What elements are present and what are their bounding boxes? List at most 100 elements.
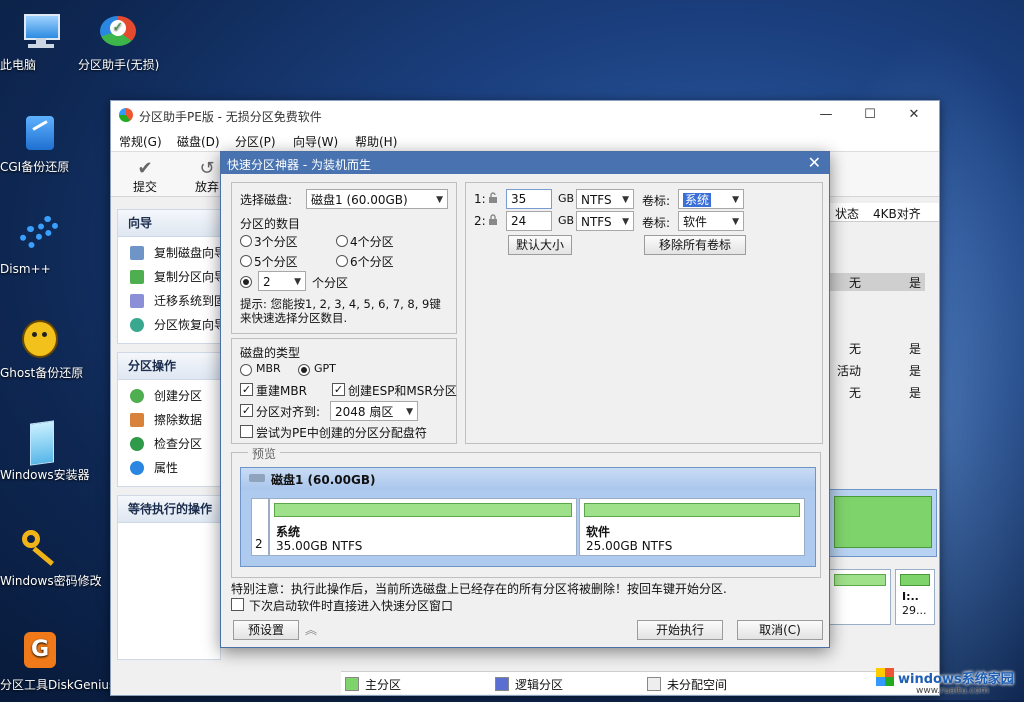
- sidebar-item-copy-disk[interactable]: 复制磁盘向导: [118, 241, 220, 265]
- create-esp-checkbox[interactable]: ✓: [332, 383, 345, 396]
- radio-label: 5个分区: [254, 255, 298, 269]
- rebuild-mbr-checkbox[interactable]: ✓: [240, 383, 253, 396]
- desktop-icon-partition-assistant[interactable]: ✓ 分区助手(无损): [78, 10, 159, 72]
- desktop-icon-diskgenius[interactable]: G 分区工具DiskGenius: [0, 630, 115, 692]
- quick-partition-dialog: 快速分区神器 - 为装机而生 ✕ 选择磁盘: 磁盘1 (60.00GB) ▼ 分区…: [220, 151, 830, 648]
- preview-disk: 磁盘1 (60.00GB) 2 系统 35.00GB NTFS 软件 25.00…: [240, 467, 816, 567]
- start-button[interactable]: 开始执行: [637, 620, 723, 640]
- disk-map-partition-i[interactable]: I:.. 29...: [895, 569, 935, 625]
- disk-icon: [249, 474, 265, 482]
- sidebar-item-label: 分区恢复向导: [154, 318, 220, 332]
- desktop-icon-dism[interactable]: Dism++: [0, 214, 80, 276]
- next-boot-checkbox[interactable]: [231, 598, 244, 611]
- commit-button[interactable]: ✔ 提交: [125, 158, 165, 195]
- radio-6-partitions[interactable]: [336, 255, 348, 267]
- disk-type-title: 磁盘的类型: [240, 346, 301, 360]
- ops-section: 分区操作 创建分区 擦除数据 检查分区 属性: [117, 352, 221, 487]
- col-status[interactable]: 状态: [835, 205, 859, 222]
- desktop-icon-ghost[interactable]: Ghost备份还原: [0, 318, 83, 380]
- partition-2-size-input[interactable]: 24: [506, 211, 552, 231]
- radio-gpt[interactable]: [298, 364, 310, 376]
- volume-label-caption: 卷标:: [642, 216, 671, 230]
- menu-general[interactable]: 常规(G): [119, 133, 162, 150]
- desktop-icon-this-pc[interactable]: 此电脑: [0, 10, 80, 72]
- sidebar-item-label: 创建分区: [154, 389, 203, 403]
- legend-logical: 逻辑分区: [495, 676, 563, 693]
- disk-map-partition[interactable]: [829, 569, 891, 625]
- primary-swatch: [345, 677, 359, 691]
- legend-unallocated: 未分配空间: [647, 676, 727, 693]
- partition-count-group: 选择磁盘: 磁盘1 (60.00GB) ▼ 分区的数目 3个分区 4个分区 5个分…: [231, 182, 457, 334]
- disk-select[interactable]: 磁盘1 (60.00GB) ▼: [306, 189, 448, 209]
- sidebar-item-label: 复制分区向导: [154, 270, 220, 284]
- remove-labels-button[interactable]: 移除所有卷标: [644, 235, 746, 255]
- minimize-button[interactable]: —: [811, 105, 841, 125]
- sidebar-item-wipe[interactable]: 擦除数据: [118, 408, 220, 432]
- sidebar-item-recovery[interactable]: 分区恢复向导: [118, 313, 220, 337]
- chevron-up-icon[interactable]: ︽: [305, 621, 317, 638]
- logical-swatch: [495, 677, 509, 691]
- sidebar-item-migrate[interactable]: 迁移系统到固态: [118, 289, 220, 313]
- desktop-icon-label: Windows安装器: [0, 468, 90, 482]
- sidebar-item-check[interactable]: 检查分区: [118, 432, 220, 456]
- chevron-down-icon: ▼: [436, 195, 443, 205]
- radio-3-partitions[interactable]: [240, 235, 252, 247]
- app-title: 分区助手PE版 - 无损分区免费软件: [139, 110, 322, 124]
- radio-5-partitions[interactable]: [240, 255, 252, 267]
- volume-value: 系统: [683, 193, 712, 207]
- cgi-backup-icon: [18, 112, 62, 156]
- pending-section: 等待执行的操作: [117, 495, 221, 660]
- partition-1-fs-select[interactable]: NTFS ▼: [576, 189, 634, 209]
- table-cell: 是: [909, 342, 922, 356]
- desktop-icon-windows-installer[interactable]: Windows安装器: [0, 420, 90, 482]
- sidebar-item-properties[interactable]: 属性: [118, 456, 220, 480]
- desktop-icon-password[interactable]: Windows密码修改: [0, 526, 102, 588]
- lock-icon[interactable]: [488, 214, 498, 225]
- default-size-button[interactable]: 默认大小: [508, 235, 572, 255]
- align-select[interactable]: 2048 扇区 ▼: [330, 401, 418, 421]
- menu-help[interactable]: 帮助(H): [355, 133, 397, 150]
- cancel-button[interactable]: 取消(C): [737, 620, 823, 640]
- chevron-down-icon: ▼: [732, 217, 739, 227]
- partition-1-label-select[interactable]: 系统 ▼: [678, 189, 744, 209]
- partition-2-label-select[interactable]: 软件 ▼: [678, 211, 744, 231]
- count-label: 分区的数目: [240, 217, 301, 231]
- menu-wizard[interactable]: 向导(W): [293, 133, 338, 150]
- radio-label: 6个分区: [350, 255, 394, 269]
- col-4kb-align[interactable]: 4KB对齐: [873, 205, 921, 222]
- align-checkbox[interactable]: ✓: [240, 404, 253, 417]
- check-partition-icon: [130, 437, 144, 451]
- preview-partition-system[interactable]: 系统 35.00GB NTFS: [269, 498, 577, 556]
- gear-icon: [18, 214, 62, 258]
- partition-1-size-input[interactable]: 35: [506, 189, 552, 209]
- partition-index: 1:: [474, 192, 486, 206]
- menu-partition[interactable]: 分区(P): [235, 133, 276, 150]
- wizard-section-title: 向导: [118, 210, 220, 237]
- unlock-icon[interactable]: [488, 192, 498, 203]
- radio-label: MBR: [256, 362, 281, 375]
- custom-count-value: 2: [263, 275, 271, 289]
- custom-count-select[interactable]: 2 ▼: [258, 271, 306, 291]
- menu-bar: 常规(G) 磁盘(D) 分区(P) 向导(W) 帮助(H): [111, 129, 939, 152]
- desktop-icon-cgi-backup[interactable]: CGI备份还原: [0, 112, 80, 174]
- dialog-close-button[interactable]: ✕: [808, 153, 821, 172]
- wizard-section: 向导 复制磁盘向导 复制分区向导 迁移系统到固态 分区恢复向导: [117, 209, 221, 344]
- sidebar-item-label: 迁移系统到固态: [154, 294, 220, 308]
- checkbox-label: 重建MBR: [256, 384, 307, 398]
- sidebar-item-copy-partition[interactable]: 复制分区向导: [118, 265, 220, 289]
- desktop-icon-label: Dism++: [0, 262, 51, 276]
- sidebar-item-create[interactable]: 创建分区: [118, 384, 220, 408]
- assign-letters-checkbox[interactable]: [240, 425, 253, 438]
- disk-map-partition[interactable]: [829, 489, 937, 557]
- radio-custom-partitions[interactable]: [240, 276, 252, 288]
- presets-button[interactable]: 预设置: [233, 620, 299, 640]
- radio-4-partitions[interactable]: [336, 235, 348, 247]
- maximize-button[interactable]: ☐: [855, 105, 885, 125]
- preview-partition-software[interactable]: 软件 25.00GB NTFS: [579, 498, 805, 556]
- partition-index: 2:: [474, 214, 486, 228]
- menu-disk[interactable]: 磁盘(D): [177, 133, 220, 150]
- radio-mbr[interactable]: [240, 364, 252, 376]
- partition-2-fs-select[interactable]: NTFS ▼: [576, 211, 634, 231]
- close-button[interactable]: ✕: [899, 105, 929, 125]
- size-unit: GB: [558, 192, 575, 205]
